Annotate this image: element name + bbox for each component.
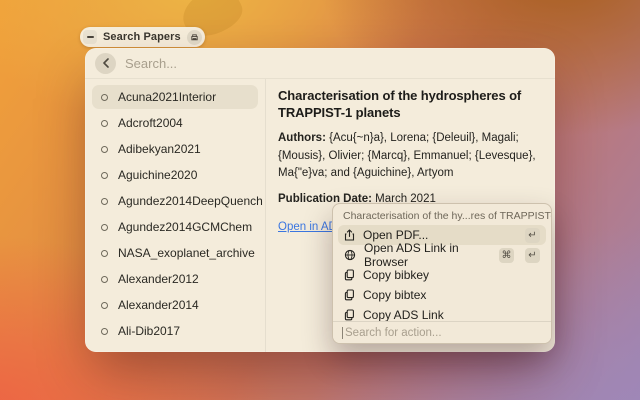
circle-icon — [101, 172, 108, 179]
paper-list-item[interactable]: Alexander2014 — [92, 293, 258, 317]
clipboard-icon — [344, 269, 355, 281]
action-item-label: Copy bibtex — [363, 288, 426, 302]
circle-icon — [101, 328, 108, 335]
paper-list-item[interactable]: NASA_exoplanet_archive — [92, 241, 258, 265]
action-item-open-ads-link[interactable]: Open ADS Link in Browser ⌘ ↵ — [338, 245, 546, 265]
action-search-bar[interactable]: Search for action... — [333, 321, 551, 343]
paper-authors: Authors: {Acu{~n}a}, Lorena; {Deleuil}, … — [278, 130, 543, 182]
paper-list-item[interactable]: Alexander2012 — [92, 267, 258, 291]
command-pill[interactable]: Search Papers — [80, 27, 205, 47]
action-item-label: Copy bibkey — [363, 268, 429, 282]
hyphen-key-icon — [83, 30, 97, 44]
circle-icon — [101, 250, 108, 257]
action-item-label: Open ADS Link in Browser — [364, 241, 483, 269]
action-search-input[interactable]: Search for action... — [345, 327, 442, 339]
action-item-copy-bibtex[interactable]: Copy bibtex — [338, 285, 546, 305]
text-cursor — [342, 327, 343, 339]
back-button[interactable] — [95, 53, 116, 74]
paper-list-item[interactable]: Ali-Dib2017 — [92, 319, 258, 343]
paper-list-item[interactable]: Agundez2014DeepQuench — [92, 189, 258, 213]
paper-list-item-label: Agundez2014GCMChem — [118, 220, 252, 234]
clipboard-icon — [344, 289, 355, 301]
paper-list-item-label: Ali-Dib2017 — [118, 324, 180, 338]
paper-list-item[interactable]: Alibert2005 — [92, 345, 258, 352]
paper-list-item[interactable]: Agundez2014GCMChem — [92, 215, 258, 239]
paper-list-item-label: Alexander2014 — [118, 298, 199, 312]
circle-icon — [101, 276, 108, 283]
paper-title: Characterisation of the hydrospheres of … — [278, 87, 543, 121]
paper-list: Acuna2021Interior Adcroft2004 Adibekyan2… — [85, 79, 266, 352]
authors-label: Authors: — [278, 132, 326, 144]
paper-list-item-label: Agundez2014DeepQuench — [118, 194, 263, 208]
command-key-badge: ⌘ — [499, 248, 514, 263]
paper-list-item[interactable]: Acuna2021Interior — [92, 85, 258, 109]
return-key-badge: ↵ — [525, 228, 540, 243]
share-icon — [344, 229, 355, 241]
paper-list-item-label: Adcroft2004 — [118, 116, 183, 130]
printer-icon — [187, 30, 202, 45]
desktop-wallpaper: Search Papers Search... Acuna2021Interio… — [0, 0, 640, 400]
window-header: Search... — [85, 48, 555, 79]
paper-list-item[interactable]: Aguichine2020 — [92, 163, 258, 187]
clipboard-icon — [344, 309, 355, 321]
command-pill-label: Search Papers — [103, 31, 181, 43]
paper-list-item[interactable]: Adibekyan2021 — [92, 137, 258, 161]
action-item-label: Copy ADS Link — [363, 308, 444, 322]
circle-icon — [101, 120, 108, 127]
action-item-label: Open PDF... — [363, 228, 428, 242]
circle-icon — [101, 302, 108, 309]
paper-list-item-label: Alibert2005 — [118, 350, 179, 352]
paper-list-item-label: Aguichine2020 — [118, 168, 197, 182]
paper-list-item[interactable]: Adcroft2004 — [92, 111, 258, 135]
circle-icon — [101, 146, 108, 153]
paper-list-item-label: Acuna2021Interior — [118, 90, 216, 104]
action-menu-header: Characterisation of the hy...res of TRAP… — [333, 204, 551, 225]
action-menu: Characterisation of the hy...res of TRAP… — [332, 203, 552, 344]
circle-icon — [101, 94, 108, 101]
return-key-badge: ↵ — [525, 248, 540, 263]
paper-list-item-label: NASA_exoplanet_archive — [118, 246, 255, 260]
circle-icon — [101, 198, 108, 205]
paper-list-item-label: Adibekyan2021 — [118, 142, 201, 156]
search-input[interactable]: Search... — [125, 56, 177, 71]
paper-list-item-label: Alexander2012 — [118, 272, 199, 286]
circle-icon — [101, 224, 108, 231]
globe-icon — [344, 249, 356, 261]
